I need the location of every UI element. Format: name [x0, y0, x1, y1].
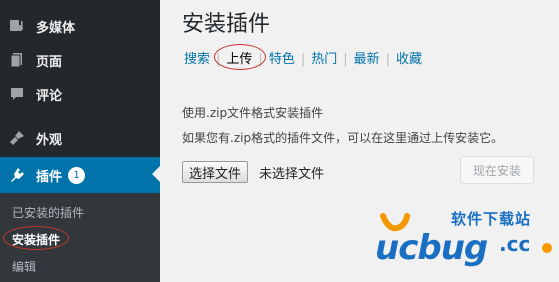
highlight-circle — [3, 226, 69, 250]
menu-item-plugins[interactable]: 插件 1 — [0, 157, 160, 193]
page-title: 安装插件 — [182, 12, 271, 37]
submenu-item-editor[interactable]: 编辑 — [12, 258, 36, 275]
menu-item-comments[interactable]: 评论 — [0, 77, 160, 111]
upload-description: 如果您有.zip格式的插件文件，可以在这里通过上传安装它。 — [182, 131, 504, 145]
plugins-submenu: 已安装的插件 安装插件 编辑 — [0, 193, 160, 282]
filter-popular-link[interactable]: 热门 — [311, 52, 337, 67]
menu-item-label: 多媒体 — [36, 20, 76, 36]
watermark-domain: .cc — [499, 232, 531, 256]
plugins-icon — [9, 167, 25, 183]
admin-sidebar: 多媒体 页面 评论 外观 插件 1 已安装的插件 安装插件 编辑 — [0, 0, 160, 282]
comments-icon — [9, 86, 25, 102]
menu-item-appearance[interactable]: 外观 — [0, 121, 160, 155]
filter-newest-link[interactable]: 最新 — [354, 52, 380, 67]
menu-item-media[interactable]: 多媒体 — [0, 9, 160, 43]
submenu-item-installed-plugins[interactable]: 已安装的插件 — [12, 204, 84, 221]
filter-featured-link[interactable]: 特色 — [269, 52, 295, 67]
menu-item-label: 评论 — [36, 88, 63, 104]
filter-separator: | — [343, 52, 348, 67]
filter-favorites-link[interactable]: 收藏 — [396, 52, 422, 67]
menu-item-label: 插件 — [36, 169, 63, 185]
main-content: 安装插件 搜索 | 上传 | 特色 | 热门 | 最新 | 收藏 使用.zip文件格式安装插件 如果… — [160, 0, 559, 282]
highlight-circle — [214, 44, 266, 70]
update-count-badge: 1 — [68, 166, 86, 184]
media-icon — [9, 18, 25, 34]
choose-file-button[interactable]: 选择文件 — [182, 161, 249, 183]
filter-separator: | — [300, 52, 306, 67]
appearance-icon — [9, 130, 25, 146]
upload-heading: 使用.zip文件格式安装插件 — [182, 106, 324, 120]
menu-item-label: 页面 — [36, 54, 63, 70]
filter-separator: | — [385, 52, 391, 67]
pages-icon — [9, 52, 25, 68]
menu-item-label: 外观 — [36, 132, 63, 148]
watermark-brand: ucbug — [375, 228, 488, 268]
watermark-logo: 软件下载站 ucbug .cc — [375, 208, 559, 276]
file-status: 未选择文件 — [259, 167, 325, 182]
menu-item-pages[interactable]: 页面 — [0, 43, 160, 77]
filter-search-link[interactable]: 搜索 — [184, 52, 210, 67]
install-now-button[interactable]: 现在安装 — [460, 156, 534, 184]
